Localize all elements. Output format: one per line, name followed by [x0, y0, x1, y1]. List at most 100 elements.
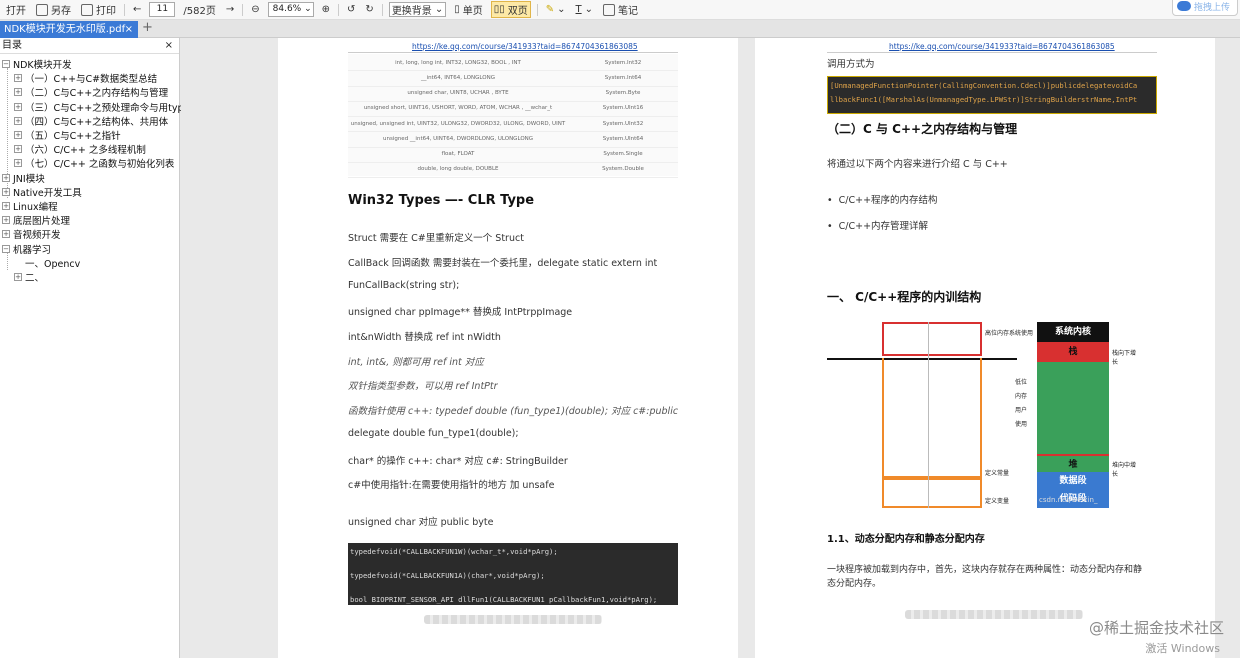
- rule: [827, 52, 1157, 53]
- expand-icon[interactable]: +: [2, 173, 10, 182]
- expand-icon[interactable]: +: [2, 230, 10, 239]
- bullet-item: • C/C++程序的内存结构: [827, 195, 938, 206]
- high-note: 高位内存系统使用: [985, 330, 1034, 337]
- body-line: 将通过以下两个内容来进行介绍 C 与 C++: [827, 159, 1008, 170]
- zoom-out-button[interactable]: ⊖: [249, 4, 261, 15]
- page-url[interactable]: https://ke.qq.com/course/341933?taid=867…: [889, 42, 1115, 51]
- page-right: https://ke.qq.com/course/341933?taid=867…: [755, 38, 1215, 658]
- sidebar-item[interactable]: + （一）C++与C#数据类型总结: [14, 71, 157, 85]
- body-line: unsigned char 对应 public byte: [348, 517, 494, 528]
- sidebar-item[interactable]: + （五）C与C++之指针: [14, 128, 121, 142]
- sidebar-item-label: （一）C++与C#数据类型总结: [25, 74, 158, 86]
- page-url[interactable]: https://ke.qq.com/course/341933?taid=867…: [412, 42, 638, 51]
- sidebar-item[interactable]: − NDK模块开发: [2, 57, 72, 71]
- code-line: typedefvoid(*CALLBACKFUN1W)(wchar_t*,voi…: [350, 547, 558, 556]
- sidebar-item[interactable]: + （三）C与C++之预处理命令与用typede: [14, 100, 201, 114]
- rotate-right-button[interactable]: ↻: [363, 4, 375, 15]
- expand-icon[interactable]: +: [14, 74, 22, 83]
- expand-icon[interactable]: +: [2, 202, 10, 210]
- sidebar-item[interactable]: + 二、: [14, 270, 44, 284]
- table-cell: System.Int64: [604, 74, 642, 81]
- sidebar-item-label: 音视频开发: [13, 230, 61, 242]
- section-heading: 一、 C/C++程序的内训结构: [827, 290, 982, 304]
- user-memory-box: [882, 358, 982, 478]
- double-page-button[interactable]: ▯▯ 双页: [490, 1, 531, 18]
- table-row: unsigned short, UINT16, USHORT, WORD, AT…: [348, 102, 678, 117]
- sidebar-item-label: 机器学习: [13, 244, 52, 256]
- sidebar-item[interactable]: + （六）C/C++ 之多线程机制: [14, 142, 146, 156]
- sidebar-item[interactable]: + Linux编程: [2, 199, 58, 213]
- sidebar-item[interactable]: + JNI模块: [2, 171, 45, 185]
- highlight-button[interactable]: ✎ ⌄: [544, 4, 568, 15]
- zoom-value: 84.6%: [272, 4, 302, 14]
- rotate-left-button[interactable]: ↺: [345, 4, 357, 15]
- add-tab-button[interactable]: +: [142, 20, 153, 35]
- open-button[interactable]: 打开: [4, 2, 28, 17]
- zoom-in-button[interactable]: ⊕: [320, 4, 332, 15]
- note-button[interactable]: 笔记: [601, 2, 640, 17]
- sidebar-item[interactable]: + （七）C/C++ 之函数与初始化列表: [14, 156, 174, 170]
- expand-icon[interactable]: +: [14, 131, 22, 139]
- collapse-icon[interactable]: −: [2, 244, 10, 253]
- save-as-button[interactable]: 另存: [34, 2, 73, 17]
- document-tab[interactable]: NDK模块开发无水印版.pdf ×: [0, 21, 138, 38]
- expand-icon[interactable]: +: [14, 273, 22, 281]
- sidebar-item[interactable]: + （二）C与C++之内存结构与管理: [14, 85, 168, 99]
- text-button[interactable]: T ⌄: [574, 4, 596, 15]
- expand-icon[interactable]: +: [2, 216, 10, 225]
- body-line: Struct 需要在 C#里重新定义一个 Struct: [348, 233, 524, 244]
- next-page-button[interactable]: →: [224, 4, 236, 15]
- save-icon: [36, 3, 48, 16]
- upload-button[interactable]: 拖拽上传: [1172, 0, 1238, 16]
- bullet-text: C/C++程序的内存结构: [838, 195, 938, 206]
- code-line: bool BIOPRINT_SENSOR_API dllFun1(CALLBAC…: [350, 595, 658, 604]
- table-cell: unsigned short, UINT16, USHORT, WORD, AT…: [363, 105, 553, 112]
- expand-icon[interactable]: +: [14, 116, 22, 125]
- stack-block: 栈: [1037, 342, 1109, 362]
- section-heading: （二）C 与 C++之内存结构与管理: [827, 122, 1018, 136]
- prev-page-button[interactable]: ←: [131, 4, 143, 15]
- print-button[interactable]: 打印: [79, 2, 118, 17]
- divider: [242, 3, 244, 16]
- background-select[interactable]: 更换背景 ⌄: [388, 2, 447, 17]
- collapse-icon[interactable]: −: [2, 60, 10, 68]
- expand-icon[interactable]: +: [14, 102, 22, 111]
- expand-icon[interactable]: +: [14, 159, 22, 168]
- save-as-label: 另存: [51, 6, 71, 17]
- zoom-select[interactable]: 84.6% ⌄: [267, 2, 314, 17]
- sidebar-item[interactable]: 一、Opencv: [14, 256, 80, 270]
- page-total: /582页: [183, 6, 216, 17]
- page-input[interactable]: 11: [149, 2, 176, 17]
- table-cell: System.UInt64: [602, 135, 644, 142]
- watermark: @稀土掘金技术社区: [1088, 619, 1224, 637]
- bullet-item: • C/C++内存管理详解: [827, 221, 929, 232]
- table-cell: System.Int32: [604, 59, 642, 66]
- table-row: int, long, long int, INT32, LONG32, BOOL…: [348, 56, 678, 72]
- single-page-icon: ▯: [454, 4, 460, 15]
- sidebar-item[interactable]: + Native开发工具: [2, 185, 82, 199]
- rotate-right-icon: ↻: [365, 4, 374, 15]
- sidebar-item[interactable]: + 音视频开发: [2, 227, 61, 241]
- expand-icon[interactable]: +: [14, 145, 22, 154]
- body-line: char* 的操作 c++: char* 对应 c#: StringBuilde…: [348, 456, 568, 467]
- bullet-text: C/C++内存管理详解: [838, 221, 929, 232]
- sidebar-title: 目录: [2, 40, 22, 51]
- divider: [536, 3, 538, 16]
- body-line: int&nWidth 替换成 ref int nWidth: [348, 332, 501, 343]
- close-icon[interactable]: ×: [165, 38, 173, 53]
- rotate-left-icon: ↺: [347, 4, 356, 15]
- chevron-down-icon: ⌄: [304, 4, 312, 14]
- expand-icon[interactable]: +: [2, 187, 10, 196]
- sidebar-item[interactable]: + 底层图片处理: [2, 213, 70, 227]
- divider: [124, 3, 125, 16]
- expand-icon[interactable]: +: [14, 88, 22, 97]
- section-heading: Win32 Types —- CLR Type: [348, 193, 535, 208]
- body-line: FunCallBack(string str);: [348, 280, 460, 291]
- table-cell: System.UInt16: [602, 105, 644, 112]
- single-page-button[interactable]: ▯ 单页: [452, 2, 485, 17]
- close-icon[interactable]: ×: [125, 21, 133, 38]
- sidebar-item[interactable]: + （四）C与C++之结构体、共用体: [14, 114, 168, 128]
- site-mark: csdn.net/weixin_: [1039, 496, 1098, 504]
- sidebar-header: 目录 ×: [0, 38, 179, 54]
- sidebar-item[interactable]: − 机器学习: [2, 242, 51, 256]
